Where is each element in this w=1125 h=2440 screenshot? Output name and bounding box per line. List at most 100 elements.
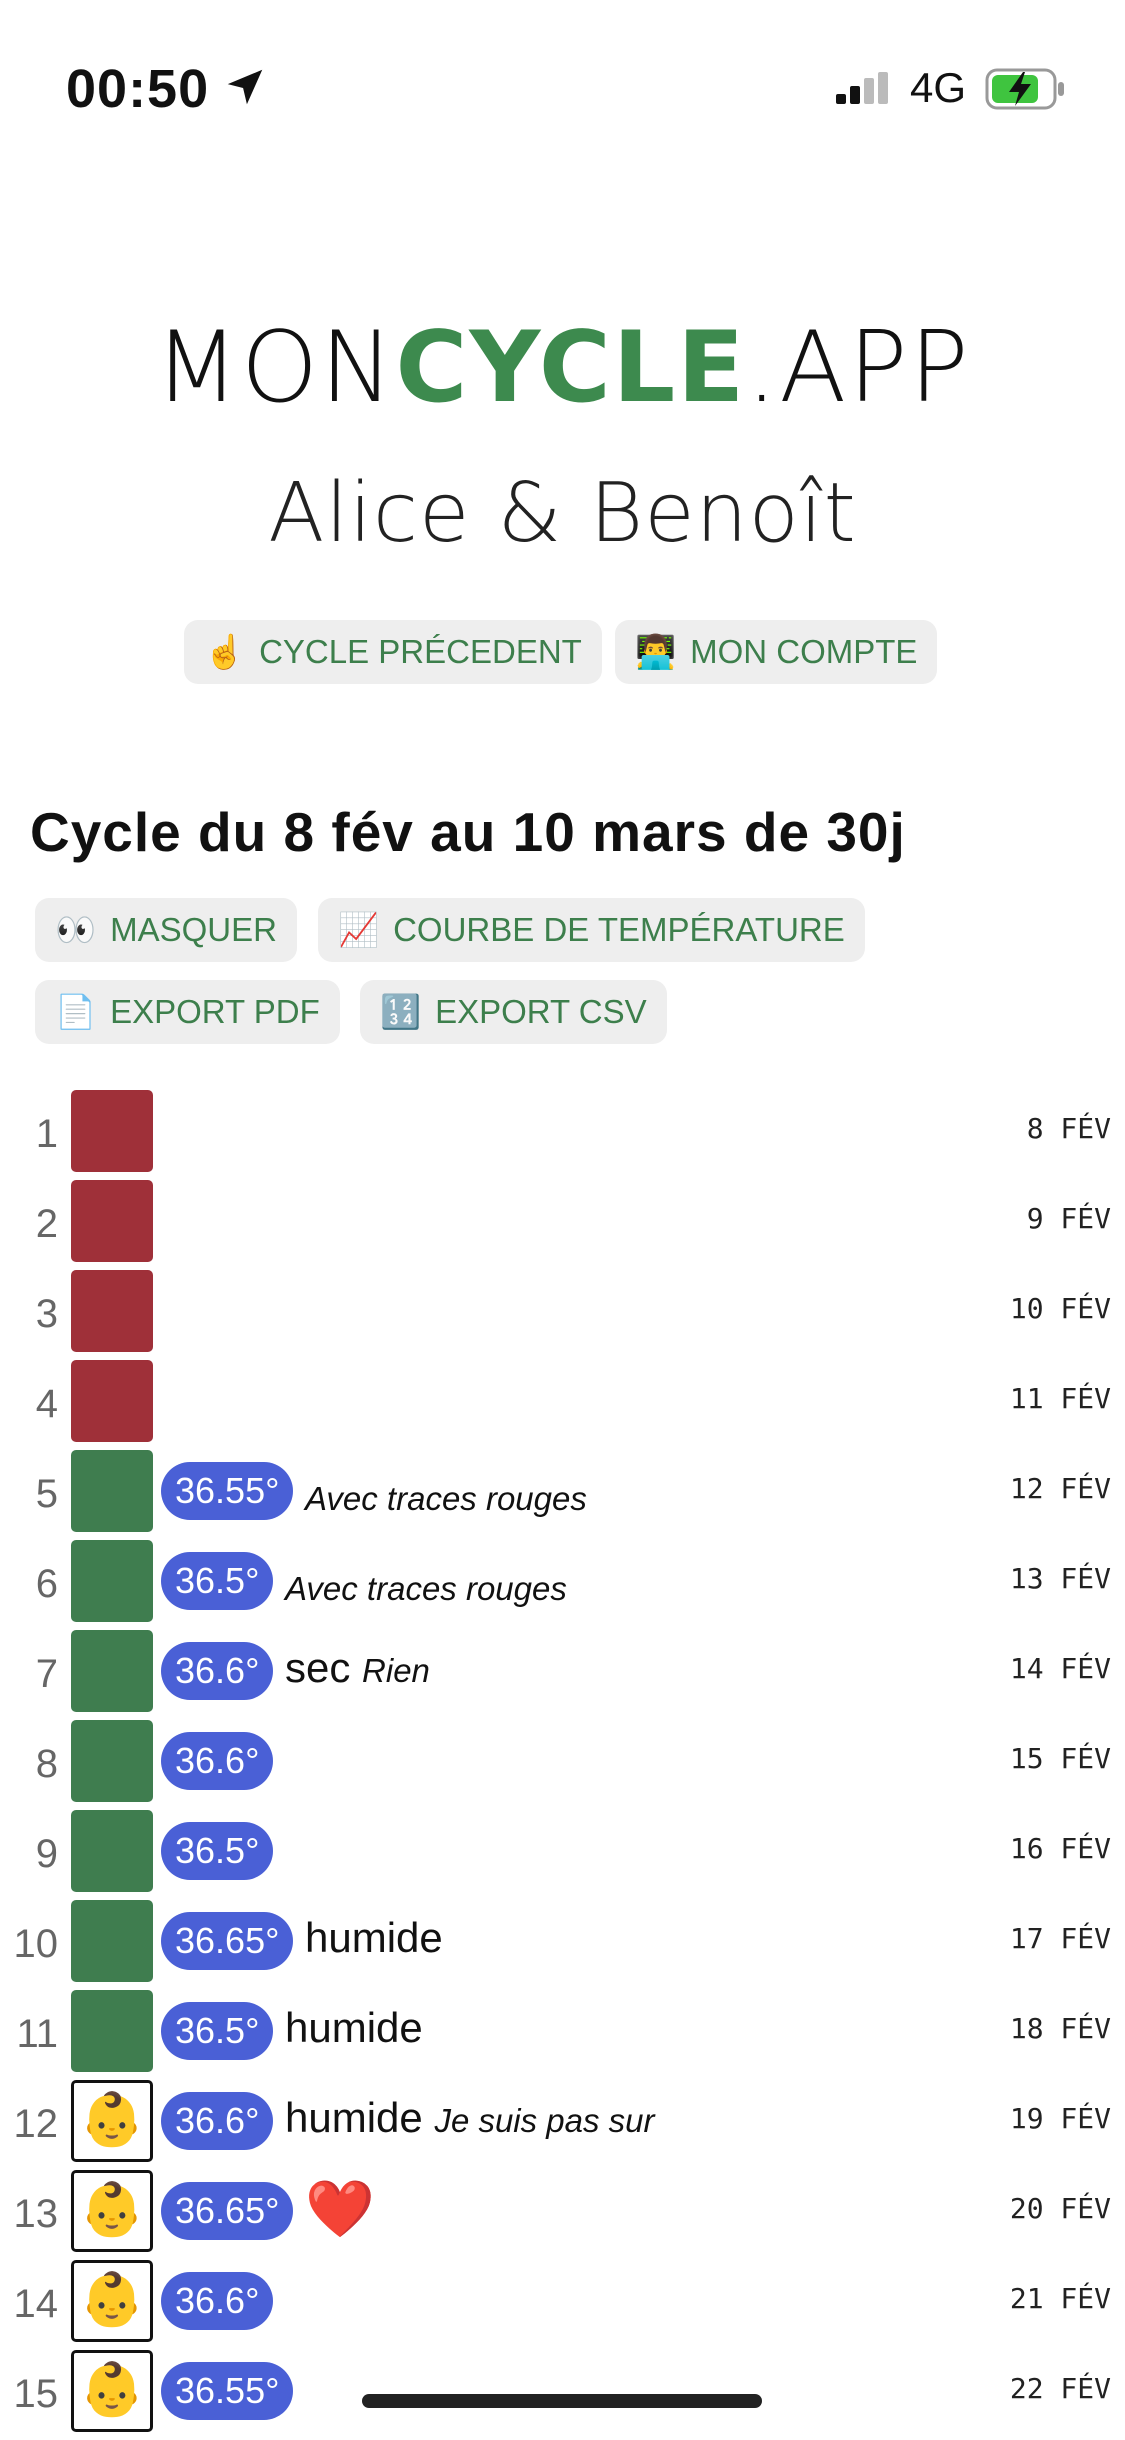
day-row[interactable]: 13 👶 36.65° ❤️ 20 FÉV bbox=[0, 2170, 1125, 2260]
day-number: 5 bbox=[35, 1472, 58, 1516]
numbers-icon: 🔢 bbox=[380, 993, 422, 1030]
period-day-square[interactable] bbox=[71, 1270, 153, 1352]
day-row[interactable]: 3 10 FÉV bbox=[0, 1270, 1125, 1360]
day-observation: sec Rien bbox=[285, 1644, 430, 1692]
fertile-day-square[interactable]: 👶 bbox=[71, 2260, 153, 2342]
day-date: 16 FÉV bbox=[1009, 1832, 1111, 1865]
logo-part-mon: MON bbox=[154, 311, 396, 425]
day-date: 14 FÉV bbox=[1009, 1652, 1111, 1685]
status-bar: 00:50 4G bbox=[0, 0, 1125, 170]
day-note: Avec traces rouges bbox=[305, 1472, 587, 1520]
fertile-day-square[interactable]: 👶 bbox=[71, 2350, 153, 2432]
day-date: 15 FÉV bbox=[1009, 1742, 1111, 1775]
mucus-text: humide bbox=[305, 1914, 443, 1961]
export-pdf-button[interactable]: 📄 EXPORT PDF bbox=[35, 980, 340, 1044]
day-number: 12 bbox=[13, 2102, 59, 2146]
day-row[interactable]: 10 36.65° humide 17 FÉV bbox=[0, 1900, 1125, 1990]
dry-day-square[interactable] bbox=[71, 1720, 153, 1802]
signal-strength-icon bbox=[836, 72, 888, 104]
note-text: Je suis pas sur bbox=[434, 2102, 655, 2139]
day-row[interactable]: 5 36.55° Avec traces rouges 12 FÉV bbox=[0, 1450, 1125, 1540]
dry-day-square[interactable] bbox=[71, 1990, 153, 2072]
eyes-icon: 👀 bbox=[55, 911, 97, 948]
temperature-curve-label: COURBE DE TEMPÉRATURE bbox=[393, 911, 845, 948]
day-row[interactable]: 1 8 FÉV bbox=[0, 1090, 1125, 1180]
cycle-title: Cycle du 8 fév au 10 mars de 30j bbox=[30, 801, 906, 863]
day-row[interactable]: 14 👶 36.6° 21 FÉV bbox=[0, 2260, 1125, 2350]
dry-day-square[interactable] bbox=[71, 1810, 153, 1892]
temperature-curve-button[interactable]: 📈 COURBE DE TEMPÉRATURE bbox=[318, 898, 865, 962]
mucus-text: humide bbox=[285, 2094, 423, 2141]
day-date: 19 FÉV bbox=[1009, 2102, 1111, 2135]
day-date: 13 FÉV bbox=[1009, 1562, 1111, 1595]
day-number: 14 bbox=[13, 2282, 59, 2326]
dry-day-square[interactable] bbox=[71, 1540, 153, 1622]
day-date: 9 FÉV bbox=[1026, 1202, 1111, 1235]
note-text: Rien bbox=[362, 1652, 430, 1689]
previous-cycle-button[interactable]: ☝️ CYCLE PRÉCEDENT bbox=[184, 620, 602, 684]
day-date: 22 FÉV bbox=[1009, 2372, 1111, 2405]
day-row[interactable]: 11 36.5° humide 18 FÉV bbox=[0, 1990, 1125, 2080]
temperature-badge: 36.5° bbox=[161, 1822, 274, 1880]
temperature-badge: 36.65° bbox=[161, 1912, 294, 1970]
day-number: 10 bbox=[13, 1922, 59, 1966]
export-csv-button[interactable]: 🔢 EXPORT CSV bbox=[360, 980, 667, 1044]
day-date: 18 FÉV bbox=[1009, 2012, 1111, 2045]
my-account-button[interactable]: 👨‍💻 MON COMPTE bbox=[615, 620, 938, 684]
temperature-badge: 36.55° bbox=[161, 2362, 294, 2420]
pointing-finger-icon: ☝️ bbox=[204, 633, 246, 670]
fertile-day-square[interactable]: 👶 bbox=[71, 2170, 153, 2252]
baby-icon: 👶 bbox=[79, 2271, 145, 2329]
day-number: 15 bbox=[13, 2372, 59, 2416]
logo-part-cycle: CYCLE bbox=[395, 311, 747, 425]
fertile-day-square[interactable]: 👶 bbox=[71, 2080, 153, 2162]
mucus-text: humide bbox=[285, 2004, 423, 2051]
day-date: 17 FÉV bbox=[1009, 1922, 1111, 1955]
day-row[interactable]: 12 👶 36.6° humide Je suis pas sur 19 FÉV bbox=[0, 2080, 1125, 2170]
day-number: 11 bbox=[16, 2012, 58, 2056]
day-number: 7 bbox=[35, 1652, 58, 1696]
page-icon: 📄 bbox=[55, 993, 97, 1030]
hide-label: MASQUER bbox=[110, 911, 277, 948]
day-date: 11 FÉV bbox=[1009, 1382, 1111, 1415]
day-observation: humide Je suis pas sur bbox=[285, 2094, 655, 2142]
logo-part-app: .APP bbox=[746, 311, 971, 425]
period-day-square[interactable] bbox=[71, 1360, 153, 1442]
location-arrow-icon bbox=[227, 69, 263, 105]
note-text: Avec traces rouges bbox=[285, 1570, 567, 1607]
mucus-text: sec bbox=[285, 1644, 351, 1691]
period-day-square[interactable] bbox=[71, 1180, 153, 1262]
home-indicator[interactable] bbox=[362, 2394, 762, 2408]
day-number: 9 bbox=[35, 1832, 58, 1876]
heart-icon: ❤️ bbox=[305, 2177, 375, 2240]
dry-day-square[interactable] bbox=[71, 1900, 153, 1982]
temperature-badge: 36.65° bbox=[161, 2182, 294, 2240]
period-day-square[interactable] bbox=[71, 1090, 153, 1172]
technologist-icon: 👨‍💻 bbox=[635, 633, 677, 670]
hide-button[interactable]: 👀 MASQUER bbox=[35, 898, 297, 962]
dry-day-square[interactable] bbox=[71, 1450, 153, 1532]
temperature-badge: 36.55° bbox=[161, 1462, 294, 1520]
baby-icon: 👶 bbox=[79, 2091, 145, 2149]
temperature-badge: 36.6° bbox=[161, 2272, 274, 2330]
day-date: 21 FÉV bbox=[1009, 2282, 1111, 2315]
temperature-badge: 36.5° bbox=[161, 2002, 274, 2060]
day-row[interactable]: 4 11 FÉV bbox=[0, 1360, 1125, 1450]
day-row[interactable]: 9 36.5° 16 FÉV bbox=[0, 1810, 1125, 1900]
day-date: 10 FÉV bbox=[1009, 1292, 1111, 1325]
day-row[interactable]: 2 9 FÉV bbox=[0, 1180, 1125, 1270]
temperature-badge: 36.5° bbox=[161, 1552, 274, 1610]
my-account-label: MON COMPTE bbox=[690, 633, 918, 670]
day-note: Avec traces rouges bbox=[285, 1562, 567, 1610]
day-row[interactable]: 8 36.6° 15 FÉV bbox=[0, 1720, 1125, 1810]
battery-charging-icon bbox=[985, 68, 1064, 110]
day-row[interactable]: 6 36.5° Avec traces rouges 13 FÉV bbox=[0, 1540, 1125, 1630]
chart-increasing-icon: 📈 bbox=[338, 911, 380, 948]
day-number: 3 bbox=[35, 1292, 58, 1336]
temperature-badge: 36.6° bbox=[161, 1642, 274, 1700]
day-number: 6 bbox=[35, 1562, 58, 1606]
dry-day-square[interactable] bbox=[71, 1630, 153, 1712]
export-csv-label: EXPORT CSV bbox=[435, 993, 647, 1030]
couple-names: Alice & Benoît bbox=[268, 466, 857, 561]
day-row[interactable]: 7 36.6° sec Rien 14 FÉV bbox=[0, 1630, 1125, 1720]
